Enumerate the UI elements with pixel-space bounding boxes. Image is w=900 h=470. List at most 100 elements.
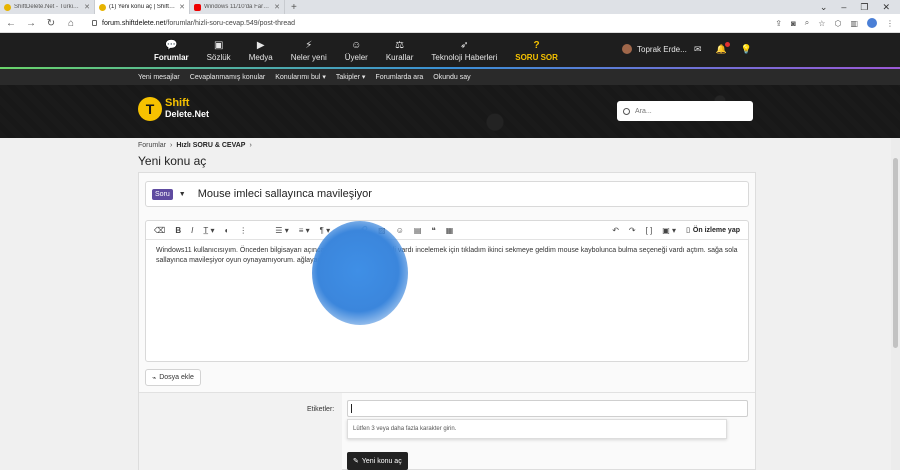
screenshot-icon[interactable]: ◙ xyxy=(791,19,796,28)
message-editor[interactable]: ⌫ B I T̲ ▾ ◐ ⋮ ☰ ▾ ≡ ▾ ¶ ▾ 🔗 ▨ ☺ ▤ ❝ ▦ ↶… xyxy=(145,220,749,362)
scrollbar-thumb[interactable] xyxy=(893,158,898,348)
nav-uyeler[interactable]: ☺ Üyeler xyxy=(336,40,377,62)
sidebar-icon[interactable]: ▥ xyxy=(850,19,858,28)
nav-soru-sor[interactable]: ? SORU SOR xyxy=(506,40,567,62)
redo-icon[interactable]: ↷ xyxy=(629,226,636,235)
close-window-icon[interactable]: ✕ xyxy=(882,2,890,13)
preview-button[interactable]: ▯ Ön izleme yap xyxy=(686,226,740,235)
thread-title-field[interactable]: Soru ▼ Mouse imleci sallayınca mavileşiy… xyxy=(145,181,749,207)
tab-title: ShiftDelete.Net - Türkiye'n... xyxy=(14,4,81,10)
table-icon[interactable]: ▦ xyxy=(446,226,454,235)
text-size-icon[interactable]: T̲ ▾ xyxy=(203,226,214,235)
align-icon[interactable]: ≡ ▾ xyxy=(299,226,310,235)
bookmark-icon[interactable]: ☆ xyxy=(818,19,825,28)
menu-icon[interactable]: ⋮ xyxy=(886,19,894,28)
lock-icon xyxy=(92,20,97,26)
nav-kurallar[interactable]: ⚖ Kurallar xyxy=(377,40,423,62)
subnav-unanswered[interactable]: Cevaplanmamış konular xyxy=(190,74,265,81)
browser-tab-new-thread[interactable]: (1) Yeni konu aç | ShiftDel... ✕ xyxy=(95,0,190,14)
nav-forumlar[interactable]: 💬 Forumlar xyxy=(145,40,198,62)
nav-label: Sözlük xyxy=(206,52,231,62)
browser-tab-youtube[interactable]: Windows 11/10'da Fare a... ✕ xyxy=(190,0,285,14)
nav-sozluk[interactable]: ▣ Sözlük xyxy=(198,40,240,62)
inbox-icon[interactable]: ✉ xyxy=(694,44,702,55)
submit-button[interactable]: ✎ Yeni konu aç xyxy=(347,452,408,470)
profile-avatar[interactable] xyxy=(867,18,877,28)
bold-icon[interactable]: B xyxy=(175,226,181,235)
prefix-badge[interactable]: Soru xyxy=(152,188,173,200)
browser-toolbar-icons: ⇪ ◙ ⌕ ☆ ⬡ ▥ ⋮ xyxy=(775,18,894,28)
bbcode-icon[interactable]: [ ] xyxy=(646,226,653,235)
header-banner xyxy=(0,85,900,138)
close-icon[interactable]: ✕ xyxy=(274,3,280,11)
subnav-find-threads[interactable]: Konularımı bul ▾ xyxy=(275,73,326,81)
search-input[interactable] xyxy=(635,107,735,115)
blue-cursor-highlight xyxy=(312,221,408,325)
user-menu[interactable]: Toprak Erde... xyxy=(622,44,687,54)
site-logo[interactable]: T Shift Delete.Net xyxy=(138,97,209,121)
restore-icon[interactable]: ❐ xyxy=(860,2,868,13)
list-icon[interactable]: ☰ ▾ xyxy=(275,226,288,235)
media-icon[interactable]: ▤ xyxy=(414,226,422,235)
forward-icon[interactable]: → xyxy=(26,18,36,29)
zoom-icon[interactable]: ⌕ xyxy=(805,18,809,28)
thread-title-input[interactable]: Mouse imleci sallayınca mavileşiyor xyxy=(198,188,372,200)
back-icon[interactable]: ← xyxy=(6,18,16,29)
avatar xyxy=(622,44,632,54)
tags-input[interactable] xyxy=(347,400,748,417)
subnav-watched[interactable]: Takipler ▾ xyxy=(336,73,366,81)
italic-icon[interactable]: I xyxy=(191,226,193,235)
close-icon[interactable]: ✕ xyxy=(179,3,185,11)
smiley-icon[interactable]: ☺ xyxy=(396,226,404,235)
undo-icon[interactable]: ↶ xyxy=(612,226,619,235)
edit-icon: ✎ xyxy=(353,458,359,465)
minimize-icon[interactable]: – xyxy=(841,2,846,12)
subnav-mark-read[interactable]: Okundu say xyxy=(433,74,470,81)
rocket-icon: ➶ xyxy=(460,39,469,51)
eraser-icon[interactable]: ⌫ xyxy=(154,226,165,235)
site-nav: 💬 Forumlar ▣ Sözlük ▶ Medya ⚡ Neler yeni… xyxy=(0,33,900,68)
address-bar: ← → ↻ ⌂ forum.shiftdelete.net/forumlar/h… xyxy=(0,14,900,33)
users-icon: ☺ xyxy=(351,39,362,51)
tags-label: Etiketler: xyxy=(307,406,335,413)
sub-nav: Yeni mesajlar Cevaplanmamış konular Konu… xyxy=(0,69,900,85)
quote-icon[interactable]: ❝ xyxy=(431,226,435,235)
attach-files-button[interactable]: ⌁ Dosya ekle xyxy=(145,369,201,386)
home-icon[interactable]: ⌂ xyxy=(66,18,76,29)
color-palette-icon[interactable]: ◐ xyxy=(224,226,229,235)
share-icon[interactable]: ⇪ xyxy=(775,19,782,28)
nav-teknoloji-haberleri[interactable]: ➶ Teknoloji Haberleri xyxy=(422,40,506,62)
new-tab-icon[interactable]: + xyxy=(285,0,303,14)
bolt-icon: ⚡ xyxy=(305,39,313,51)
editor-toolbar: ⌫ B I T̲ ▾ ◐ ⋮ ☰ ▾ ≡ ▾ ¶ ▾ 🔗 ▨ ☺ ▤ ❝ ▦ ↶… xyxy=(146,221,748,240)
nav-medya[interactable]: ▶ Medya xyxy=(240,40,282,62)
breadcrumb: Forumlar › Hızlı SORU & CEVAP › xyxy=(138,142,252,149)
submit-label: Yeni konu aç xyxy=(361,457,402,465)
tags-hint-popup: Lütfen 3 veya daha fazla karakter girin. xyxy=(347,419,727,439)
tab-search-icon[interactable]: ⌄ xyxy=(820,2,828,13)
nav-neler-yeni[interactable]: ⚡ Neler yeni xyxy=(282,40,336,62)
drafts-icon[interactable]: ▣ ▾ xyxy=(662,226,676,235)
chevron-right-icon: › xyxy=(249,142,252,149)
subnav-search-forums[interactable]: Forumlarda ara xyxy=(375,74,423,81)
scales-icon: ⚖ xyxy=(395,39,405,51)
text-cursor xyxy=(351,404,352,413)
breadcrumb-current[interactable]: Hızlı SORU & CEVAP xyxy=(176,142,245,149)
reload-icon[interactable]: ↻ xyxy=(46,18,56,29)
logo-line2: Delete.Net xyxy=(165,109,210,119)
attach-label: Dosya ekle xyxy=(159,374,194,381)
close-icon[interactable]: ✕ xyxy=(84,3,90,11)
url-field[interactable]: forum.shiftdelete.net/forumlar/hizli-sor… xyxy=(92,20,295,27)
video-icon: ▶ xyxy=(256,39,265,51)
breadcrumb-forumlar[interactable]: Forumlar xyxy=(138,142,166,149)
caret-down-icon[interactable]: ▼ xyxy=(179,191,186,198)
subnav-new-posts[interactable]: Yeni mesajlar xyxy=(138,74,180,81)
message-body[interactable]: Windows11 kullanıcısıyım. Önceden bilgis… xyxy=(146,240,748,272)
page-scrollbar[interactable] xyxy=(891,138,900,470)
extensions-icon[interactable]: ⬡ xyxy=(834,19,841,28)
browser-tab-shiftdelete-home[interactable]: ShiftDelete.Net - Türkiye'n... ✕ xyxy=(0,0,95,14)
more-options-icon[interactable]: ⋮ xyxy=(239,226,247,235)
lightbulb-icon[interactable]: 💡 xyxy=(741,44,752,55)
site-search[interactable] xyxy=(617,101,753,121)
alerts-icon[interactable]: 🔔 xyxy=(716,42,731,55)
